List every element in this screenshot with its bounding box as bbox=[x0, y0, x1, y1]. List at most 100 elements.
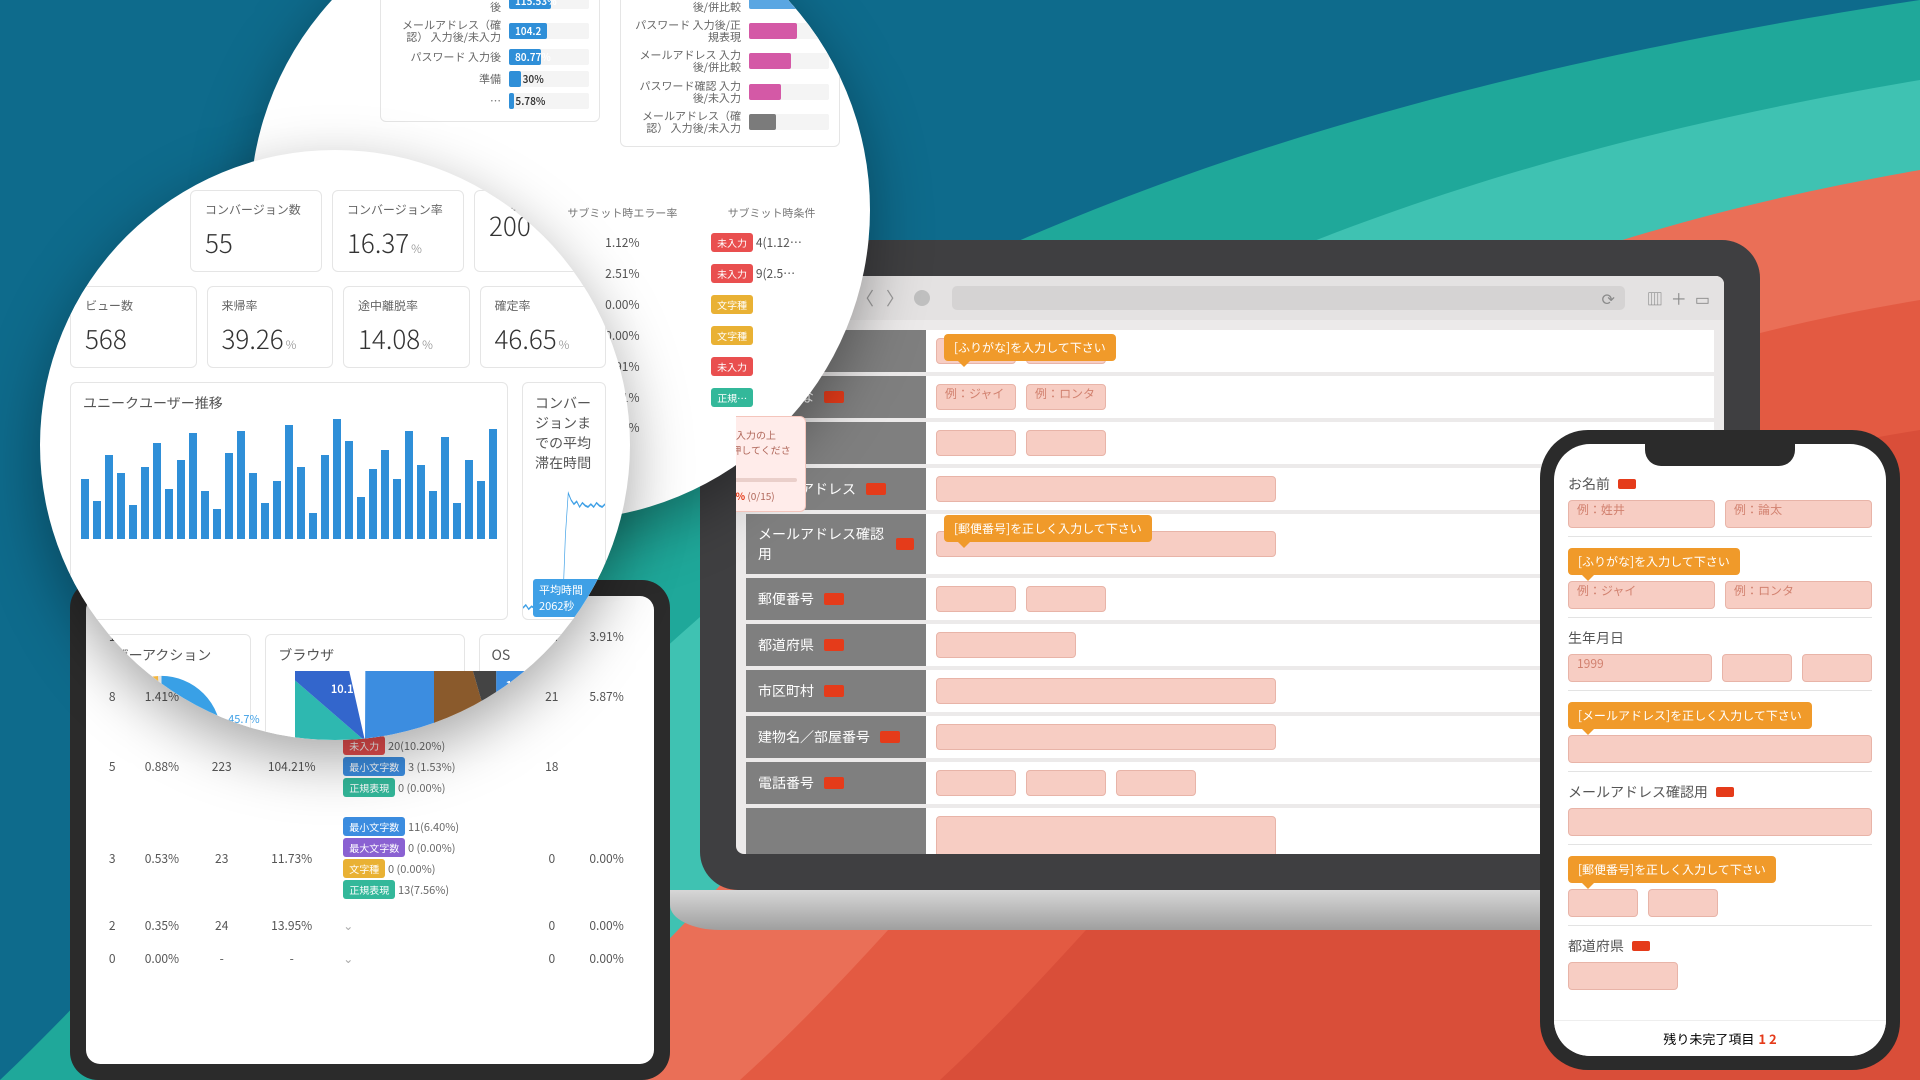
form-input[interactable] bbox=[936, 430, 1016, 456]
form-input[interactable] bbox=[1116, 770, 1196, 796]
form-input[interactable] bbox=[936, 476, 1276, 502]
form-input[interactable]: 例：ロンタ bbox=[1026, 384, 1106, 410]
required-badge bbox=[824, 685, 844, 697]
bar bbox=[117, 473, 125, 539]
pie-slice-label: 54.8% bbox=[383, 733, 419, 740]
add-tab-icon[interactable]: ＋ bbox=[1671, 286, 1687, 310]
hbar-row: パスワード確認 入力後/未入力 bbox=[631, 80, 829, 104]
required-badge bbox=[824, 391, 844, 403]
phone-notch bbox=[1645, 444, 1795, 466]
form-input[interactable] bbox=[936, 632, 1076, 658]
kpi-value: 568 bbox=[85, 320, 182, 357]
bar bbox=[129, 505, 137, 539]
sparkline-label: 平均時間 2062秒 bbox=[533, 579, 605, 617]
kpi-value: 39.26% bbox=[222, 320, 319, 357]
hbar-row: パスワード確認 入力後 115.53% bbox=[391, 0, 589, 13]
bar bbox=[249, 473, 257, 539]
bar bbox=[165, 489, 173, 539]
url-bar[interactable]: ⟳ bbox=[952, 286, 1625, 310]
table-row: 20.35%2413.95% ⌄ 00.00% bbox=[98, 909, 642, 942]
field-label: 都道府県 bbox=[1568, 936, 1624, 956]
tooltip-furigana: [ふりがな]を入力して下さい bbox=[944, 334, 1116, 361]
bar bbox=[453, 503, 461, 539]
field-label: 生年月日 bbox=[1568, 628, 1624, 648]
kpi-card: ビュー数 568 bbox=[70, 286, 197, 368]
table-header: サブミット時条件 bbox=[703, 199, 840, 227]
form-input[interactable] bbox=[1026, 770, 1106, 796]
form-input[interactable] bbox=[936, 816, 1276, 854]
bar bbox=[285, 425, 293, 539]
bar bbox=[393, 479, 401, 539]
name-last-input[interactable]: 例：姓井 bbox=[1568, 500, 1715, 528]
dob-year-input[interactable]: 1999 bbox=[1568, 654, 1712, 682]
furigana-first-input[interactable]: 例：ロンタ bbox=[1725, 581, 1872, 609]
form-row: お名前 例：姓井例：陸太 bbox=[746, 330, 1714, 372]
hbar-row: パスワード 入力後/正規表現 bbox=[631, 19, 829, 43]
form-label: 都道府県 bbox=[746, 624, 926, 666]
form-input[interactable]: 例：ジャイ bbox=[936, 384, 1016, 410]
form-label: お問合せ内容 bbox=[746, 808, 926, 854]
browser-toolbar: ▤ 〈 〉 ⟳ ▥ ＋ ▭ bbox=[736, 276, 1724, 320]
hbar-row: … 5.78% bbox=[391, 93, 589, 109]
share-icon[interactable]: ▥ bbox=[1647, 286, 1663, 310]
bar bbox=[225, 453, 233, 539]
bar bbox=[81, 479, 89, 539]
bar bbox=[153, 443, 161, 539]
kpi-card: コンバージョン数 55 bbox=[190, 190, 322, 272]
magnifier-front: コンバージョン数 55 コンバージョン率 16.37% 200 ビュー数 568… bbox=[40, 150, 630, 740]
progress-status: 入力進捗 0% (0/15) bbox=[736, 488, 797, 503]
phone-form: お名前 例：姓井 例：論太 [ふりがな]を入力して下さい 例：ジャイ 例：ロンタ… bbox=[1554, 444, 1886, 1020]
bar bbox=[489, 429, 497, 539]
panel-title: コンバージョンまでの平均滞在時間 bbox=[523, 383, 605, 479]
kpi-label: コンバージョン数 bbox=[205, 201, 307, 218]
field-label: メールアドレス確認用 bbox=[1568, 782, 1708, 802]
hbar-row: メールアドレス（確認） 入力後/未入力 104.2 bbox=[391, 19, 589, 43]
form-input[interactable] bbox=[936, 586, 1016, 612]
mail-confirm-input[interactable] bbox=[1568, 808, 1872, 836]
postal-1-input[interactable] bbox=[1568, 889, 1638, 917]
mail-input[interactable] bbox=[1568, 735, 1872, 763]
bar bbox=[189, 433, 197, 539]
form-input[interactable] bbox=[1026, 430, 1106, 456]
form-progress-panel: 必須項目に入力の上 送信ボタンを押してください。 入力進捗 0% (0/15) bbox=[736, 416, 806, 512]
required-badge bbox=[824, 639, 844, 651]
form-input[interactable] bbox=[936, 724, 1276, 750]
form-input[interactable] bbox=[936, 770, 1016, 796]
required-badge bbox=[880, 731, 900, 743]
bar bbox=[369, 469, 377, 539]
dob-day-input[interactable] bbox=[1802, 654, 1872, 682]
form-input[interactable] bbox=[936, 678, 1276, 704]
unique-users-bar-chart bbox=[71, 419, 507, 549]
field-label: お名前 bbox=[1568, 474, 1610, 494]
bar bbox=[405, 431, 413, 539]
kpi-label: 途中離脱率 bbox=[358, 297, 455, 314]
reload-icon[interactable]: ⟳ bbox=[1601, 286, 1614, 310]
tooltip-mail: [メールアドレス]を正しく入力して下さい bbox=[1568, 702, 1812, 729]
name-first-input[interactable]: 例：論太 bbox=[1725, 500, 1872, 528]
prefecture-input[interactable] bbox=[1568, 962, 1678, 990]
hbar-row: パスワード 入力後 80.77% bbox=[391, 49, 589, 65]
hbar-row: 準備 30% bbox=[391, 71, 589, 87]
shield-icon bbox=[914, 290, 930, 306]
conversion-time-line-chart: 平均時間 2062秒 bbox=[523, 479, 605, 619]
kpi-value: 46.65% bbox=[495, 320, 592, 357]
tabs-icon[interactable]: ▭ bbox=[1695, 286, 1710, 310]
bar bbox=[141, 467, 149, 539]
panel-title: ブラウザ bbox=[266, 635, 463, 671]
donut-center: ページビュー数 568 bbox=[96, 671, 226, 740]
table-row: 30.53%2311.73% 最小文字数 11(6.40%)最大文字数 0 (0… bbox=[98, 807, 642, 909]
forward-icon[interactable]: 〉 bbox=[886, 285, 904, 311]
kpi-card: 確定率 46.65% bbox=[480, 286, 607, 368]
form-input[interactable] bbox=[1026, 586, 1106, 612]
form-label: 郵便番号 bbox=[746, 578, 926, 620]
required-badge bbox=[1632, 941, 1650, 951]
postal-2-input[interactable] bbox=[1648, 889, 1718, 917]
worst-rate-chart: パスワード確認 入力後 115.53% メールアドレス（確認） 入力後/未入力 … bbox=[380, 0, 600, 122]
pie-slice-label: 15.5% bbox=[505, 677, 541, 694]
bar bbox=[357, 497, 365, 539]
dob-month-input[interactable] bbox=[1722, 654, 1792, 682]
kpi-value: 14.08% bbox=[358, 320, 455, 357]
hbar-row: メールアドレス 入力後/併比較 bbox=[631, 49, 829, 73]
bar bbox=[429, 491, 437, 539]
bar bbox=[261, 503, 269, 539]
